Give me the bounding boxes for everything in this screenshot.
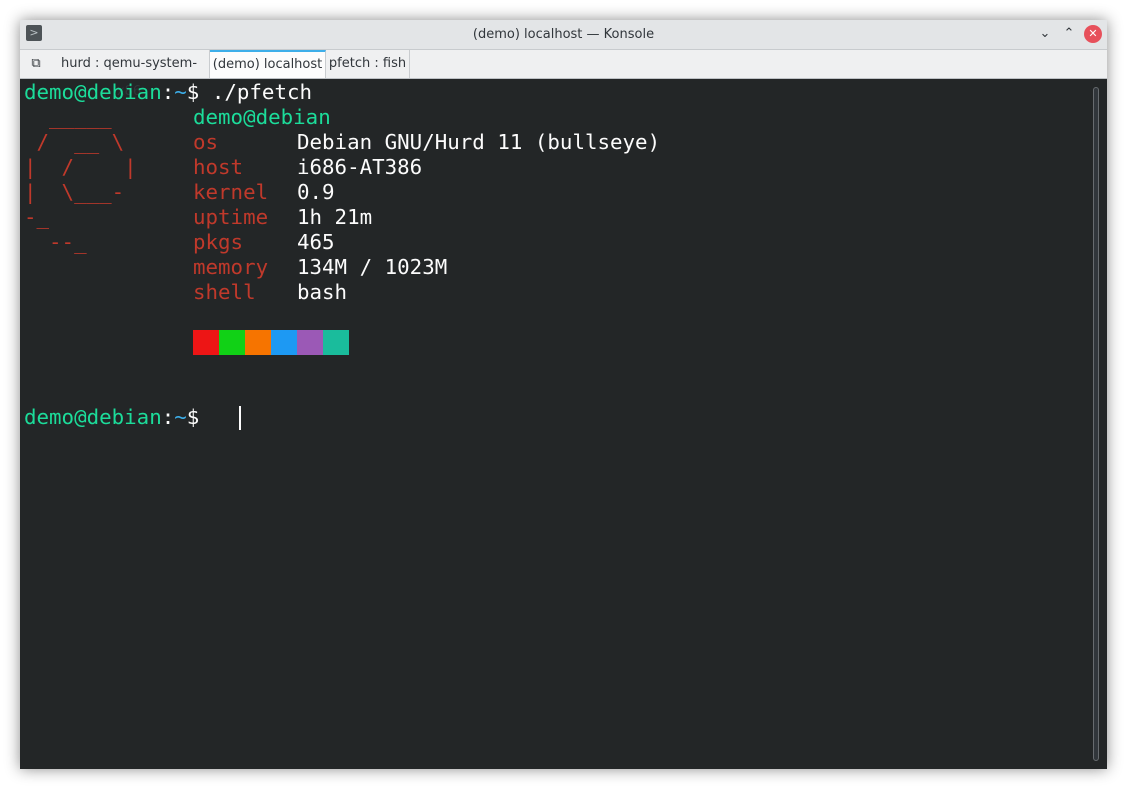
- prompt-symbol: $: [186, 80, 212, 104]
- prompt-line: demo@debian:~$: [24, 405, 212, 430]
- prompt-line: demo@debian:~$ ./pfetch: [24, 80, 312, 105]
- logo-line: _____: [24, 105, 112, 129]
- terminal-view[interactable]: demo@debian:~$ ./pfetch _____ / __ \ | /…: [20, 79, 1085, 769]
- title-bar[interactable]: > (demo) localhost — Konsole ⌄ ⌃ ✕: [20, 20, 1107, 50]
- tab-demo-localhost[interactable]: (demo) localhost: [210, 50, 326, 78]
- info-value: 1h 21m: [297, 205, 373, 229]
- new-tab-icon[interactable]: ⧉: [26, 55, 46, 73]
- command-text: ./pfetch: [211, 80, 313, 104]
- color-swatch: [271, 330, 297, 355]
- prompt-user-host: demo@debian: [24, 405, 162, 429]
- info-value: i686-AT386: [297, 155, 423, 179]
- color-swatch: [323, 330, 349, 355]
- scrollbar-thumb[interactable]: [1093, 87, 1099, 761]
- info-key: host: [193, 155, 244, 179]
- info-value: bash: [297, 280, 348, 304]
- logo-line: -_: [24, 205, 50, 229]
- color-swatch: [219, 330, 245, 355]
- info-value: Debian GNU/Hurd 11 (bullseye): [297, 130, 661, 154]
- text-cursor: [239, 406, 241, 430]
- info-key: pkgs: [193, 230, 244, 254]
- logo-line: / __ \: [24, 130, 125, 154]
- prompt-user-host: demo@debian: [24, 80, 162, 104]
- info-value: 0.9: [297, 180, 335, 204]
- info-key: os: [193, 130, 219, 154]
- tab-bar: ⧉ hurd : qemu-system-x86 (demo) localhos…: [20, 50, 1107, 99]
- close-icon[interactable]: ✕: [1084, 25, 1102, 43]
- scrollbar[interactable]: [1086, 79, 1107, 769]
- prompt-path: ~: [174, 405, 187, 429]
- logo-line: --_: [24, 230, 87, 254]
- prompt-colon: :: [161, 80, 175, 104]
- info-key: memory: [193, 255, 269, 279]
- color-swatch: [193, 330, 219, 355]
- prompt-colon: :: [161, 405, 175, 429]
- color-swatch: [297, 330, 323, 355]
- color-swatch: [245, 330, 271, 355]
- logo-line: | \___-: [24, 180, 125, 204]
- chevron-up-icon[interactable]: ⌃: [1060, 25, 1078, 43]
- info-key: uptime: [193, 205, 269, 229]
- konsole-window: > (demo) localhost — Konsole ⌄ ⌃ ✕ ⧉ hur…: [20, 20, 1107, 769]
- prompt-path: ~: [174, 80, 187, 104]
- info-value: 134M / 1023M: [297, 255, 448, 279]
- info-value: 465: [297, 230, 335, 254]
- window-title: (demo) localhost — Konsole: [472, 27, 655, 42]
- tab-hurd-qemu[interactable]: hurd : qemu-system-x86: [49, 50, 210, 99]
- chevron-down-icon[interactable]: ⌄: [1036, 25, 1054, 43]
- info-key: shell: [193, 280, 256, 304]
- info-key: kernel: [193, 180, 269, 204]
- tab-pfetch-fish[interactable]: pfetch : fish: [326, 50, 410, 78]
- fetch-header: demo@debian: [193, 105, 331, 129]
- prompt-symbol: $: [186, 405, 212, 429]
- logo-line: | / |: [24, 155, 137, 179]
